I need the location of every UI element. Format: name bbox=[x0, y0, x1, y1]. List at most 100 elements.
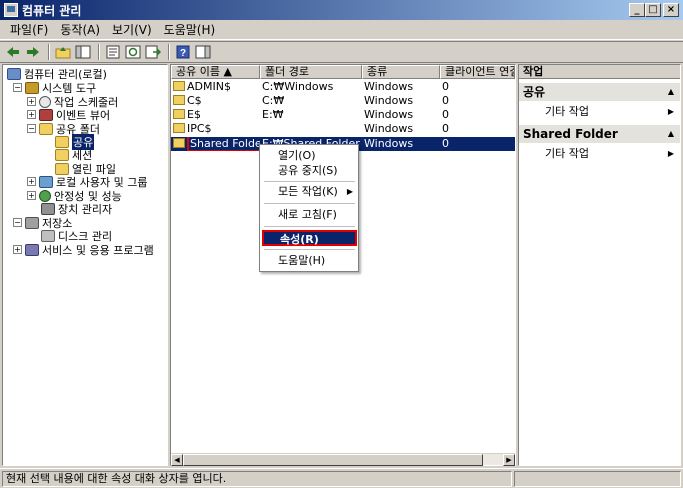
clock-icon bbox=[39, 95, 51, 108]
action-more-actions[interactable]: 기타 작업 ▶ bbox=[519, 145, 680, 163]
menu-action[interactable]: 동작(A) bbox=[54, 21, 106, 38]
actions-group-shares[interactable]: 공유 ▲ bbox=[519, 83, 680, 101]
show-tree-icon[interactable] bbox=[74, 43, 92, 61]
tools-icon bbox=[25, 81, 39, 94]
menu-help[interactable]: 도움말(H) bbox=[158, 21, 222, 38]
scroll-thumb[interactable] bbox=[183, 454, 483, 466]
menu-file[interactable]: 파일(F) bbox=[4, 21, 54, 38]
status-bar: 현재 선택 내용에 대한 속성 대화 상자를 엽니다. bbox=[0, 468, 683, 488]
share-icon bbox=[173, 81, 185, 91]
maximize-button[interactable]: □ bbox=[645, 3, 661, 17]
tree-item-sessions[interactable]: 세션 bbox=[55, 148, 92, 162]
share-icon bbox=[173, 138, 185, 148]
column-client-connections[interactable]: 클라이언트 연결 bbox=[440, 65, 515, 79]
toolbar-separator bbox=[48, 44, 50, 60]
submenu-arrow-icon: ▶ bbox=[667, 107, 674, 116]
share-icon bbox=[55, 135, 69, 148]
menu-item-all-tasks[interactable]: 모든 작업(K) ▶ bbox=[262, 184, 357, 200]
actions-pane: 작업 공유 ▲ 기타 작업 ▶ Shared Folder ▲ 기타 작업 ▶ bbox=[518, 64, 681, 466]
shared-folder-icon bbox=[39, 122, 53, 135]
event-viewer-icon bbox=[39, 108, 53, 121]
expand-toggle[interactable]: + bbox=[13, 245, 22, 254]
collapse-up-icon: ▲ bbox=[667, 87, 674, 96]
window-title: 컴퓨터 관리 bbox=[22, 3, 82, 18]
tree-item-event-viewer[interactable]: + 이벤트 뷰어 bbox=[27, 108, 110, 122]
computer-management-window: 컴퓨터 관리 _ □ × 파일(F) 동작(A) 보기(V) 도움말(H) ? … bbox=[0, 0, 683, 488]
menu-item-stop-sharing[interactable]: 공유 중지(S) bbox=[262, 163, 357, 179]
performance-icon bbox=[39, 189, 51, 202]
list-header: 공유 이름 ▲ 폴더 경로 종류 클라이언트 연결 bbox=[171, 65, 515, 79]
scroll-right-button[interactable]: ▶ bbox=[503, 454, 515, 466]
column-folder-path[interactable]: 폴더 경로 bbox=[260, 65, 362, 79]
submenu-arrow-icon: ▶ bbox=[346, 187, 353, 196]
scroll-left-button[interactable]: ◀ bbox=[171, 454, 183, 466]
table-row[interactable]: ADMIN$ C:₩Windows Windows 0 bbox=[171, 80, 515, 94]
share-icon bbox=[173, 123, 185, 133]
svg-text:?: ? bbox=[180, 48, 186, 59]
export-icon[interactable] bbox=[144, 43, 162, 61]
collapse-toggle[interactable]: − bbox=[13, 218, 22, 227]
actions-title: 작업 bbox=[519, 65, 680, 79]
expand-toggle[interactable]: + bbox=[27, 97, 36, 106]
tree-item-local-users[interactable]: + 로컬 사용자 및 그룹 bbox=[27, 175, 147, 189]
table-row[interactable]: E$ E:₩ Windows 0 bbox=[171, 108, 515, 122]
device-manager-icon bbox=[41, 202, 55, 215]
table-row[interactable]: IPC$ Windows 0 bbox=[171, 122, 515, 136]
toolbar: ? bbox=[0, 41, 683, 63]
up-folder-icon[interactable] bbox=[54, 43, 72, 61]
collapse-toggle[interactable]: − bbox=[27, 124, 36, 133]
window-controls: _ □ × bbox=[629, 3, 679, 17]
users-icon bbox=[39, 175, 53, 188]
menu-separator bbox=[264, 249, 355, 250]
computer-icon bbox=[7, 67, 21, 80]
action-more-actions[interactable]: 기타 작업 ▶ bbox=[519, 103, 680, 121]
column-type[interactable]: 종류 bbox=[362, 65, 440, 79]
table-row[interactable]: C$ C:₩ Windows 0 bbox=[171, 94, 515, 108]
context-menu: 열기(O) 공유 중지(S) 모든 작업(K) ▶ 새로 고침(F) 속성(R)… bbox=[259, 144, 359, 272]
menu-item-open[interactable]: 열기(O) bbox=[262, 148, 357, 164]
submenu-arrow-icon: ▶ bbox=[667, 149, 674, 158]
tree-item-device-manager[interactable]: 장치 관리자 bbox=[41, 202, 112, 216]
horizontal-scrollbar[interactable]: ◀ ▶ bbox=[171, 453, 515, 466]
share-icon bbox=[173, 109, 185, 119]
menu-separator bbox=[264, 181, 355, 182]
menu-item-help[interactable]: 도움말(H) bbox=[262, 253, 357, 269]
storage-icon bbox=[25, 216, 39, 229]
computer-management-icon bbox=[4, 3, 18, 17]
expand-toggle[interactable]: + bbox=[27, 177, 36, 186]
back-arrow-icon[interactable] bbox=[4, 43, 22, 61]
minimize-button[interactable]: _ bbox=[629, 3, 645, 17]
close-button[interactable]: × bbox=[663, 3, 679, 17]
action-pane-icon[interactable] bbox=[194, 43, 212, 61]
properties-icon[interactable] bbox=[104, 43, 122, 61]
toolbar-separator bbox=[98, 44, 100, 60]
expand-toggle[interactable]: + bbox=[27, 110, 36, 119]
refresh-icon[interactable] bbox=[124, 43, 142, 61]
console-tree-pane[interactable]: 컴퓨터 관리(로컬) − 시스템 도구 + 작업 스케줄러 + 이벤트 뷰어 −… bbox=[2, 64, 168, 466]
expand-toggle[interactable]: + bbox=[27, 191, 36, 200]
menu-view[interactable]: 보기(V) bbox=[106, 21, 158, 38]
menu-separator bbox=[264, 203, 355, 204]
title-bar[interactable]: 컴퓨터 관리 _ □ × bbox=[0, 0, 683, 20]
forward-arrow-icon[interactable] bbox=[24, 43, 42, 61]
menu-separator bbox=[264, 226, 355, 227]
disk-icon bbox=[41, 229, 55, 242]
menu-bar: 파일(F) 동작(A) 보기(V) 도움말(H) bbox=[0, 20, 683, 40]
help-icon[interactable]: ? bbox=[174, 43, 192, 61]
tree-item-computer-management[interactable]: 컴퓨터 관리(로컬) bbox=[7, 67, 107, 81]
share-icon bbox=[173, 95, 185, 105]
tree-item-system-tools[interactable]: − 시스템 도구 bbox=[13, 81, 96, 95]
menu-item-properties[interactable]: 속성(R) bbox=[262, 230, 357, 246]
tree-item-disk-management[interactable]: 디스크 관리 bbox=[41, 229, 112, 243]
collapse-up-icon: ▲ bbox=[667, 129, 674, 138]
column-share-name[interactable]: 공유 이름 ▲ bbox=[171, 65, 260, 79]
collapse-toggle[interactable]: − bbox=[13, 83, 22, 92]
status-text: 현재 선택 내용에 대한 속성 대화 상자를 엽니다. bbox=[2, 471, 512, 487]
session-icon bbox=[55, 148, 69, 161]
menu-item-refresh[interactable]: 새로 고침(F) bbox=[262, 207, 357, 223]
actions-group-shared-folder[interactable]: Shared Folder ▲ bbox=[519, 125, 680, 143]
services-icon bbox=[25, 243, 39, 256]
toolbar-separator bbox=[168, 44, 170, 60]
status-cell-empty bbox=[514, 471, 681, 487]
tree-item-services-applications[interactable]: + 서비스 및 응용 프로그램 bbox=[13, 243, 154, 257]
